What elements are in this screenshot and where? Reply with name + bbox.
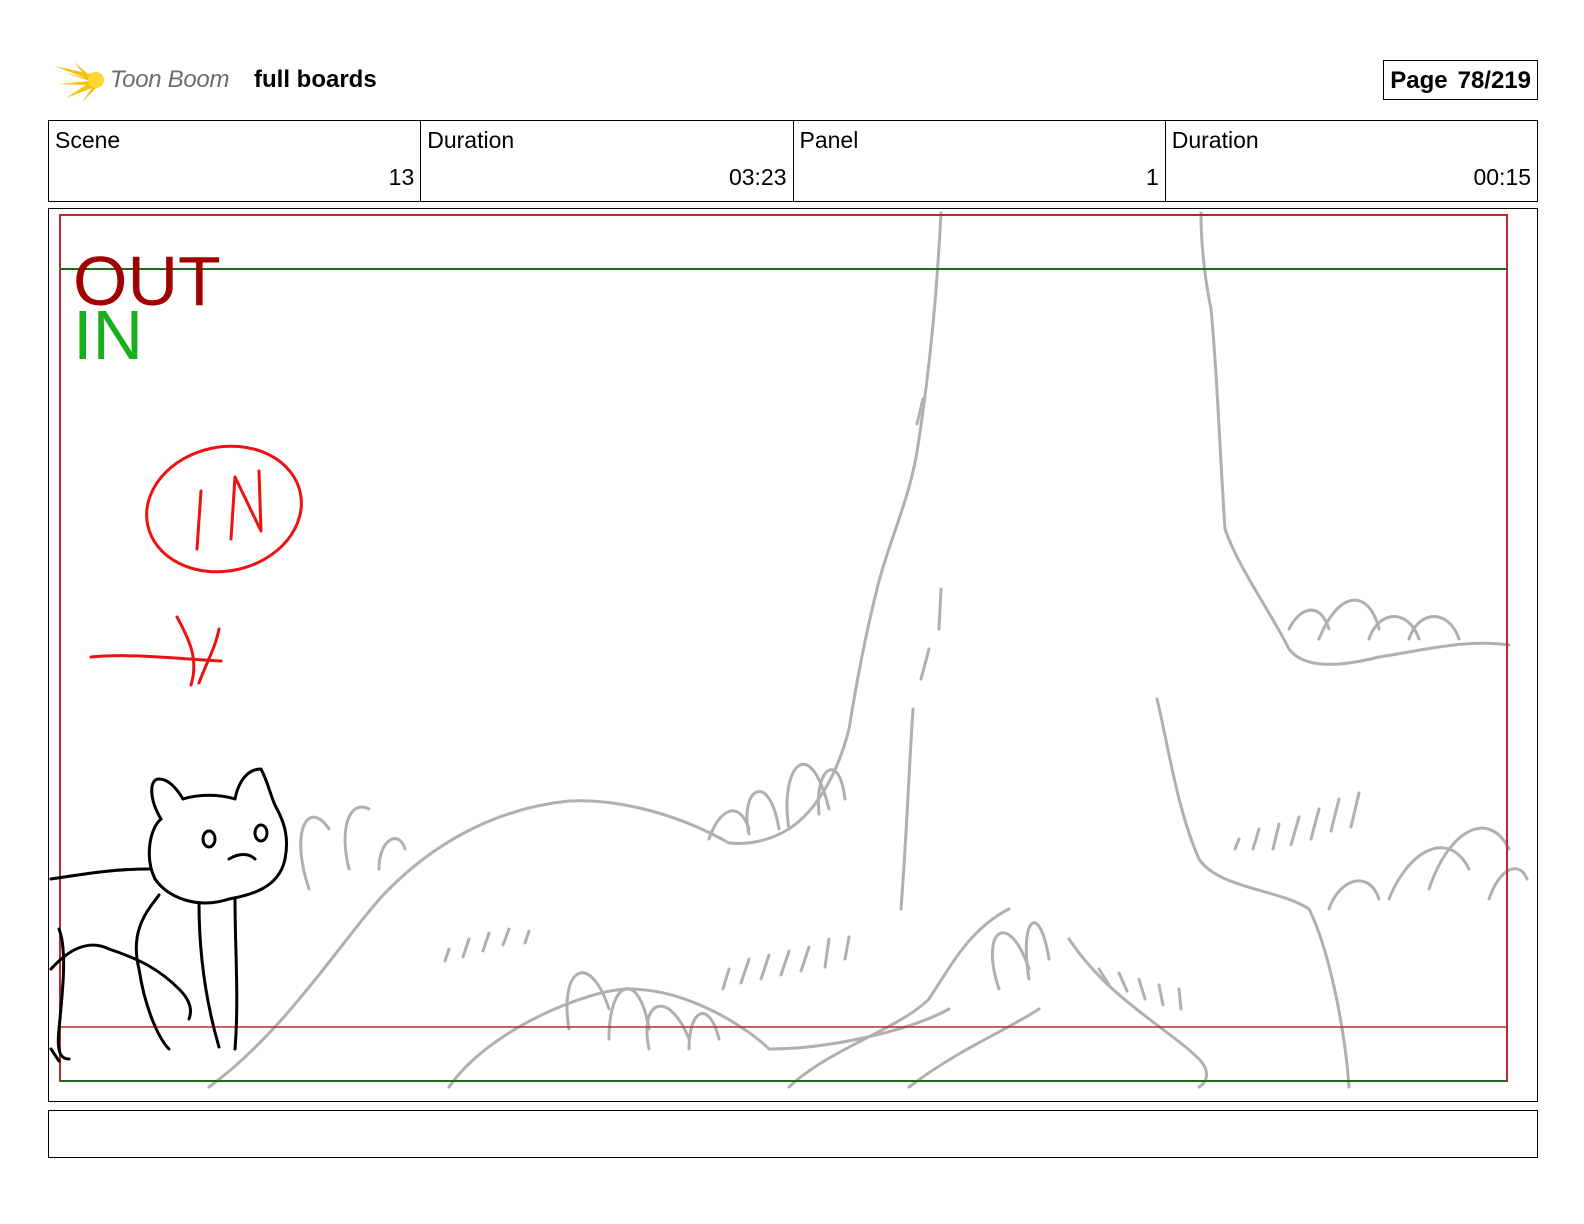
direction-annotation bbox=[89, 444, 303, 687]
cat-sketch bbox=[49, 767, 289, 1063]
scene-label: Scene bbox=[55, 127, 121, 153]
scene-duration-cell: Duration 03:23 bbox=[421, 121, 794, 201]
panel-value: 1 bbox=[1145, 164, 1159, 190]
page-indicator: Page 78/219 bbox=[1383, 60, 1538, 100]
scene-cell: Scene 13 bbox=[49, 121, 422, 201]
caption-box[interactable] bbox=[48, 1110, 1538, 1158]
panel-drawing: OUT IN bbox=[49, 211, 1529, 1089]
panel-duration-value: 00:15 bbox=[1473, 164, 1531, 190]
scene-value: 13 bbox=[388, 164, 415, 190]
storyboard-panel: OUT IN bbox=[48, 208, 1538, 1102]
logo-text: Toon Boom bbox=[110, 66, 230, 93]
page-number: 78/219 bbox=[1457, 67, 1531, 94]
scene-duration-label: Duration bbox=[427, 127, 515, 153]
in-label: IN bbox=[73, 296, 143, 374]
project-title: full boards bbox=[254, 66, 377, 93]
page-label: Page bbox=[1390, 67, 1448, 94]
panel-label: Panel bbox=[799, 127, 859, 153]
panel-duration-label: Duration bbox=[1171, 127, 1259, 153]
page-header: Toon Boom full boards Page 78/219 bbox=[48, 56, 1538, 106]
scene-duration-value: 03:23 bbox=[728, 164, 787, 190]
starburst-icon bbox=[54, 62, 104, 102]
background-sketch bbox=[207, 211, 1529, 1089]
panel-duration-cell: Duration 00:15 bbox=[1166, 121, 1537, 201]
panel-cell: Panel 1 bbox=[794, 121, 1166, 201]
toon-boom-logo: Toon Boom bbox=[52, 58, 242, 104]
panel-info-table: Scene 13 Duration 03:23 Panel 1 Duration… bbox=[48, 120, 1538, 202]
